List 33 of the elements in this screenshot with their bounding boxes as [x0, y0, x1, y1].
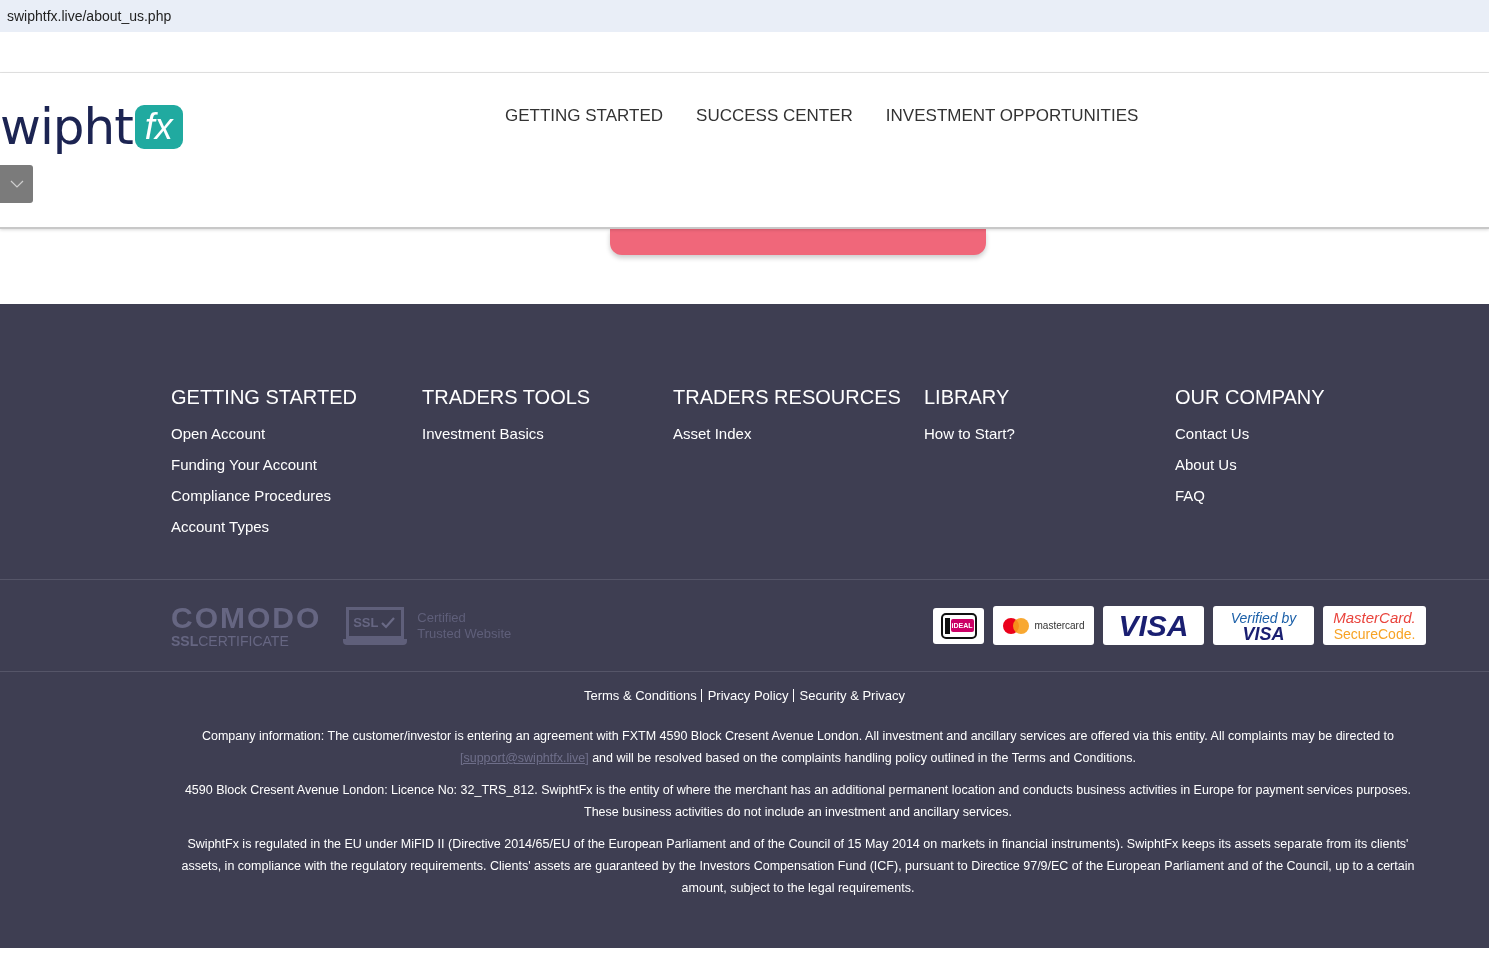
securecode-logo: MasterCard. SecureCode.: [1323, 606, 1426, 645]
dropdown-button[interactable]: [0, 165, 33, 203]
verified-by-visa-logo: Verified by VISA: [1213, 606, 1314, 645]
footer-link[interactable]: How to Start?: [924, 418, 1175, 449]
footer-link[interactable]: Investment Basics: [422, 418, 673, 449]
visa-logo: VISA: [1103, 606, 1204, 645]
legal-paragraph: 4590 Block Cresent Avenue London: Licence No: 32_TRS_812. SwiphtFx is the entity of where the merchant has an additional permanent location and conducts business activities in Europe for payment services purposes. These business activities do not include an investment and ancillary services.: [183, 782, 1413, 821]
footer-heading: TRADERS RESOURCES: [673, 386, 902, 409]
footer-heading: GETTING STARTED: [171, 386, 358, 409]
footer-link[interactable]: Funding Your Account: [171, 449, 422, 480]
logo[interactable]: wipht fx: [0, 101, 198, 153]
footer-link[interactable]: Contact Us: [1175, 418, 1426, 449]
legal-link[interactable]: Security & Privacy: [799, 688, 906, 703]
footer-link[interactable]: Open Account: [171, 418, 422, 449]
footer-link[interactable]: FAQ: [1175, 480, 1426, 511]
chevron-down-icon: [9, 180, 24, 188]
legal-paragraph: Company information: The customer/investor is entering an agreement with FXTM 4590 Block Cresent Avenue London. All investment and ancillary services are offered via this entity. All complaints may be directed to [support@swiphtfx.live] and will be resolved based on the complaints handling policy outlined in the Terms and Conditions.: [200, 728, 1395, 767]
nav-link[interactable]: SUCCESS CENTER: [696, 106, 853, 126]
footer-link[interactable]: Asset Index: [673, 418, 924, 449]
nav-link[interactable]: INVESTMENT OPPORTUNITIES: [885, 106, 1139, 126]
legal-paragraph: SwiphtFx is regulated in the EU under MiFID II (Directive 2014/65/EU of the European Parliament and of the Council of 15 May 2014 on markets in financial instruments). SwiphtFx keeps its assets separate from its clients' assets, in compliance with the regulatory requirements. Clients' assets are guaranteed by the Investors Compensation Fund (ICF), pursuant to Directice 97/9/EC of the European Parliament and of the Council, up to a certain amount, subject to the legal requirements.: [180, 836, 1416, 897]
footer-link[interactable]: Account Types: [171, 511, 422, 542]
legal-link[interactable]: Privacy Policy: [707, 688, 789, 703]
footer-link[interactable]: About Us: [1175, 449, 1426, 480]
open-account-button[interactable]: [610, 229, 986, 255]
nav-link[interactable]: GETTING STARTED: [505, 106, 664, 126]
footer-link[interactable]: Compliance Procedures: [171, 480, 422, 511]
footer-heading: LIBRARY: [924, 386, 1011, 409]
legal-link[interactable]: Terms & Conditions: [583, 688, 697, 703]
address-url[interactable]: swiphtfx.live/about_us.php: [7, 8, 172, 24]
footer-heading: OUR COMPANY: [1175, 386, 1326, 409]
mastercard-logo: mastercard: [993, 606, 1094, 645]
footer-heading: TRADERS TOOLS: [422, 386, 592, 409]
